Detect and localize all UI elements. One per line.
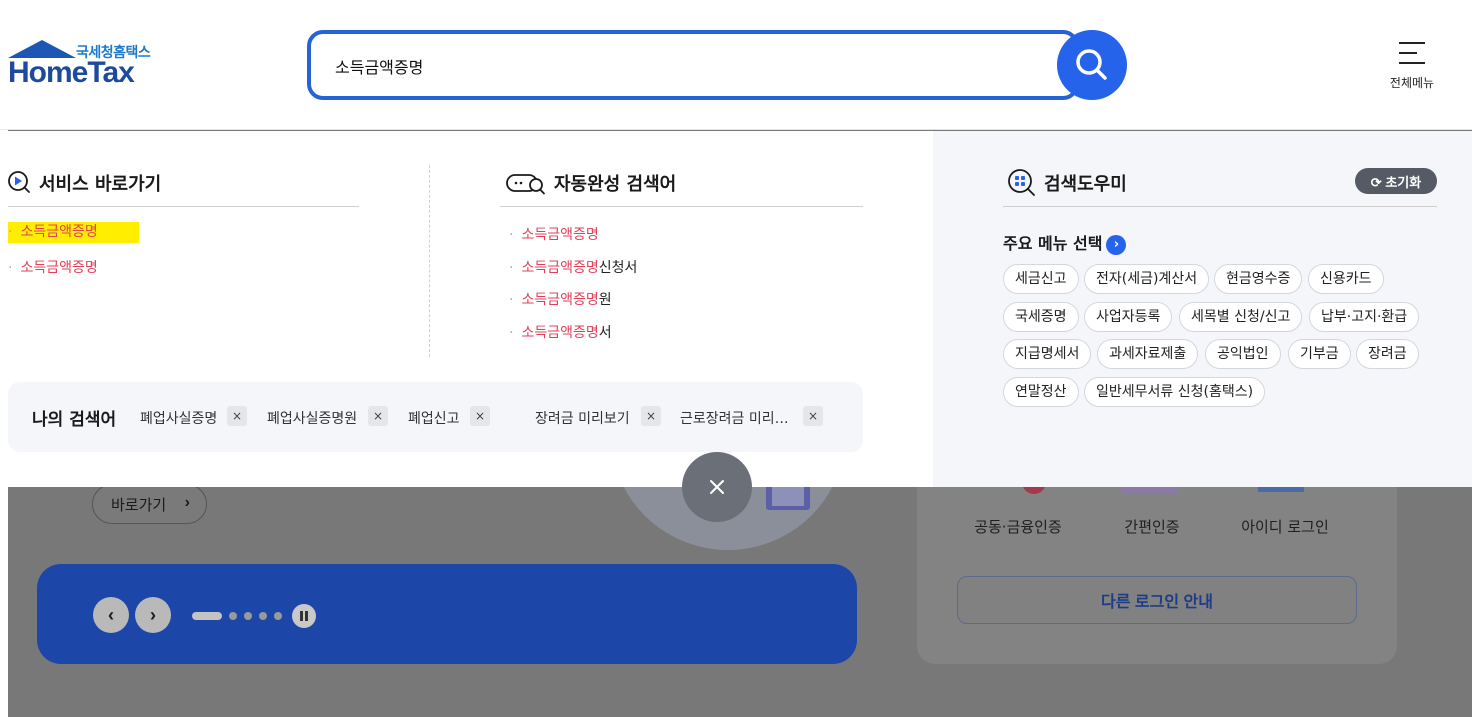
service-shortcut-item[interactable]: · 소득금액증명 xyxy=(8,222,139,243)
menu-chip[interactable]: 국세증명 xyxy=(1003,302,1079,332)
login-option-certificate[interactable]: 공동·금융인증 xyxy=(948,516,1088,537)
hamburger-icon xyxy=(1399,42,1425,72)
divider xyxy=(8,206,359,207)
shortcut-button-label: 바로가기 xyxy=(111,496,167,514)
remove-keyword-icon[interactable]: × xyxy=(641,406,661,426)
carousel-prev-button[interactable]: ‹ xyxy=(93,597,129,633)
hometax-logo[interactable]: 국세청홈택스 HomeTax xyxy=(8,40,168,96)
menu-chip[interactable]: 신용카드 xyxy=(1308,264,1384,294)
recent-keyword[interactable]: 폐업사실증명 xyxy=(140,408,217,428)
menu-chip[interactable]: 사업자등록 xyxy=(1084,302,1173,332)
chevron-right-icon: › xyxy=(1106,235,1127,255)
carousel-dot[interactable] xyxy=(229,612,237,620)
login-option-id[interactable]: 아이디 로그인 xyxy=(1215,516,1355,537)
divider xyxy=(1003,206,1437,207)
menu-chip[interactable]: 납부·고지·환급 xyxy=(1309,302,1420,332)
recent-keyword[interactable]: 근로장려금 미리… xyxy=(680,408,789,428)
menu-chip[interactable]: 세금신고 xyxy=(1003,264,1079,294)
search-button[interactable] xyxy=(1057,30,1127,100)
menu-chip[interactable]: 세목별 신청/신고 xyxy=(1179,302,1303,332)
autocomplete-item[interactable]: · 소득금액증명신청서 xyxy=(509,257,637,277)
autocomplete-item[interactable]: · 소득금액증명 xyxy=(509,224,599,244)
recent-keyword[interactable]: 폐업사실증명원 xyxy=(267,408,357,428)
carousel-dot[interactable] xyxy=(244,612,252,620)
all-menu-label: 전체메뉴 xyxy=(1389,76,1435,90)
search-input[interactable] xyxy=(335,52,1035,80)
carousel-dot[interactable] xyxy=(274,612,282,620)
recent-keyword[interactable]: 장려금 미리보기 xyxy=(535,408,630,428)
pause-icon[interactable] xyxy=(292,604,316,628)
menu-select[interactable]: 주요 메뉴 선택 › xyxy=(1003,230,1127,255)
service-shortcut-item[interactable]: · 소득금액증명 xyxy=(8,257,98,277)
menu-chip[interactable]: 과세자료제출 xyxy=(1097,339,1199,369)
autocomplete-item[interactable]: · 소득금액증명서 xyxy=(509,322,612,342)
logo-english-text: HomeTax xyxy=(8,56,135,89)
login-option-simple[interactable]: 간편인증 xyxy=(1082,516,1222,537)
carousel-dot[interactable] xyxy=(259,612,267,620)
grid-search-icon xyxy=(1008,169,1035,196)
close-search-button[interactable] xyxy=(682,452,752,522)
close-icon xyxy=(710,480,724,494)
search-helper-title: 검색도우미 xyxy=(1044,174,1127,195)
menu-chip[interactable]: 장려금 xyxy=(1356,339,1419,369)
remove-keyword-icon[interactable]: × xyxy=(803,406,823,426)
autocomplete-item[interactable]: · 소득금액증명원 xyxy=(509,289,612,309)
menu-chip[interactable]: 전자(세금)계산서 xyxy=(1084,264,1210,294)
menu-chip[interactable]: 공익법인 xyxy=(1205,339,1281,369)
search-box xyxy=(307,30,1079,100)
autocomplete-title: 자동완성 검색어 xyxy=(554,174,677,195)
recent-keyword[interactable]: 폐업신고 xyxy=(408,408,460,428)
reset-button[interactable]: ⟳ 초기화 xyxy=(1355,168,1437,194)
site-header: 국세청홈택스 HomeTax 전체메뉴 xyxy=(0,0,1472,130)
chevron-right-icon: › xyxy=(184,494,190,511)
menu-chip[interactable]: 연말정산 xyxy=(1003,377,1079,407)
play-circle-icon xyxy=(8,171,30,193)
shortcut-button[interactable]: 바로가기 › xyxy=(92,484,207,524)
column-divider xyxy=(429,165,430,357)
divider xyxy=(500,206,863,207)
all-menu-button[interactable]: 전체메뉴 xyxy=(1380,40,1444,96)
carousel-dot[interactable] xyxy=(192,612,222,620)
chat-search-icon xyxy=(506,174,545,195)
remove-keyword-icon[interactable]: × xyxy=(470,406,490,426)
menu-chip[interactable]: 일반세무서류 신청(홈택스) xyxy=(1084,377,1266,407)
menu-chip[interactable]: 지급명세서 xyxy=(1003,339,1092,369)
recent-searches-title: 나의 검색어 xyxy=(32,410,117,430)
recent-searches: 나의 검색어 폐업사실증명 × 폐업사실증명원 × 폐업신고 × 장려금 미리보… xyxy=(8,382,863,452)
menu-chip[interactable]: 현금영수증 xyxy=(1214,264,1303,294)
remove-keyword-icon[interactable]: × xyxy=(227,406,247,426)
service-shortcut-title: 서비스 바로가기 xyxy=(39,174,162,195)
remove-keyword-icon[interactable]: × xyxy=(368,406,388,426)
menu-chip[interactable]: 기부금 xyxy=(1288,339,1351,369)
search-icon xyxy=(1076,49,1107,80)
refresh-icon: ⟳ xyxy=(1370,174,1386,190)
carousel-next-button[interactable]: › xyxy=(135,597,171,633)
other-login-button[interactable]: 다른 로그인 안내 xyxy=(957,576,1357,624)
